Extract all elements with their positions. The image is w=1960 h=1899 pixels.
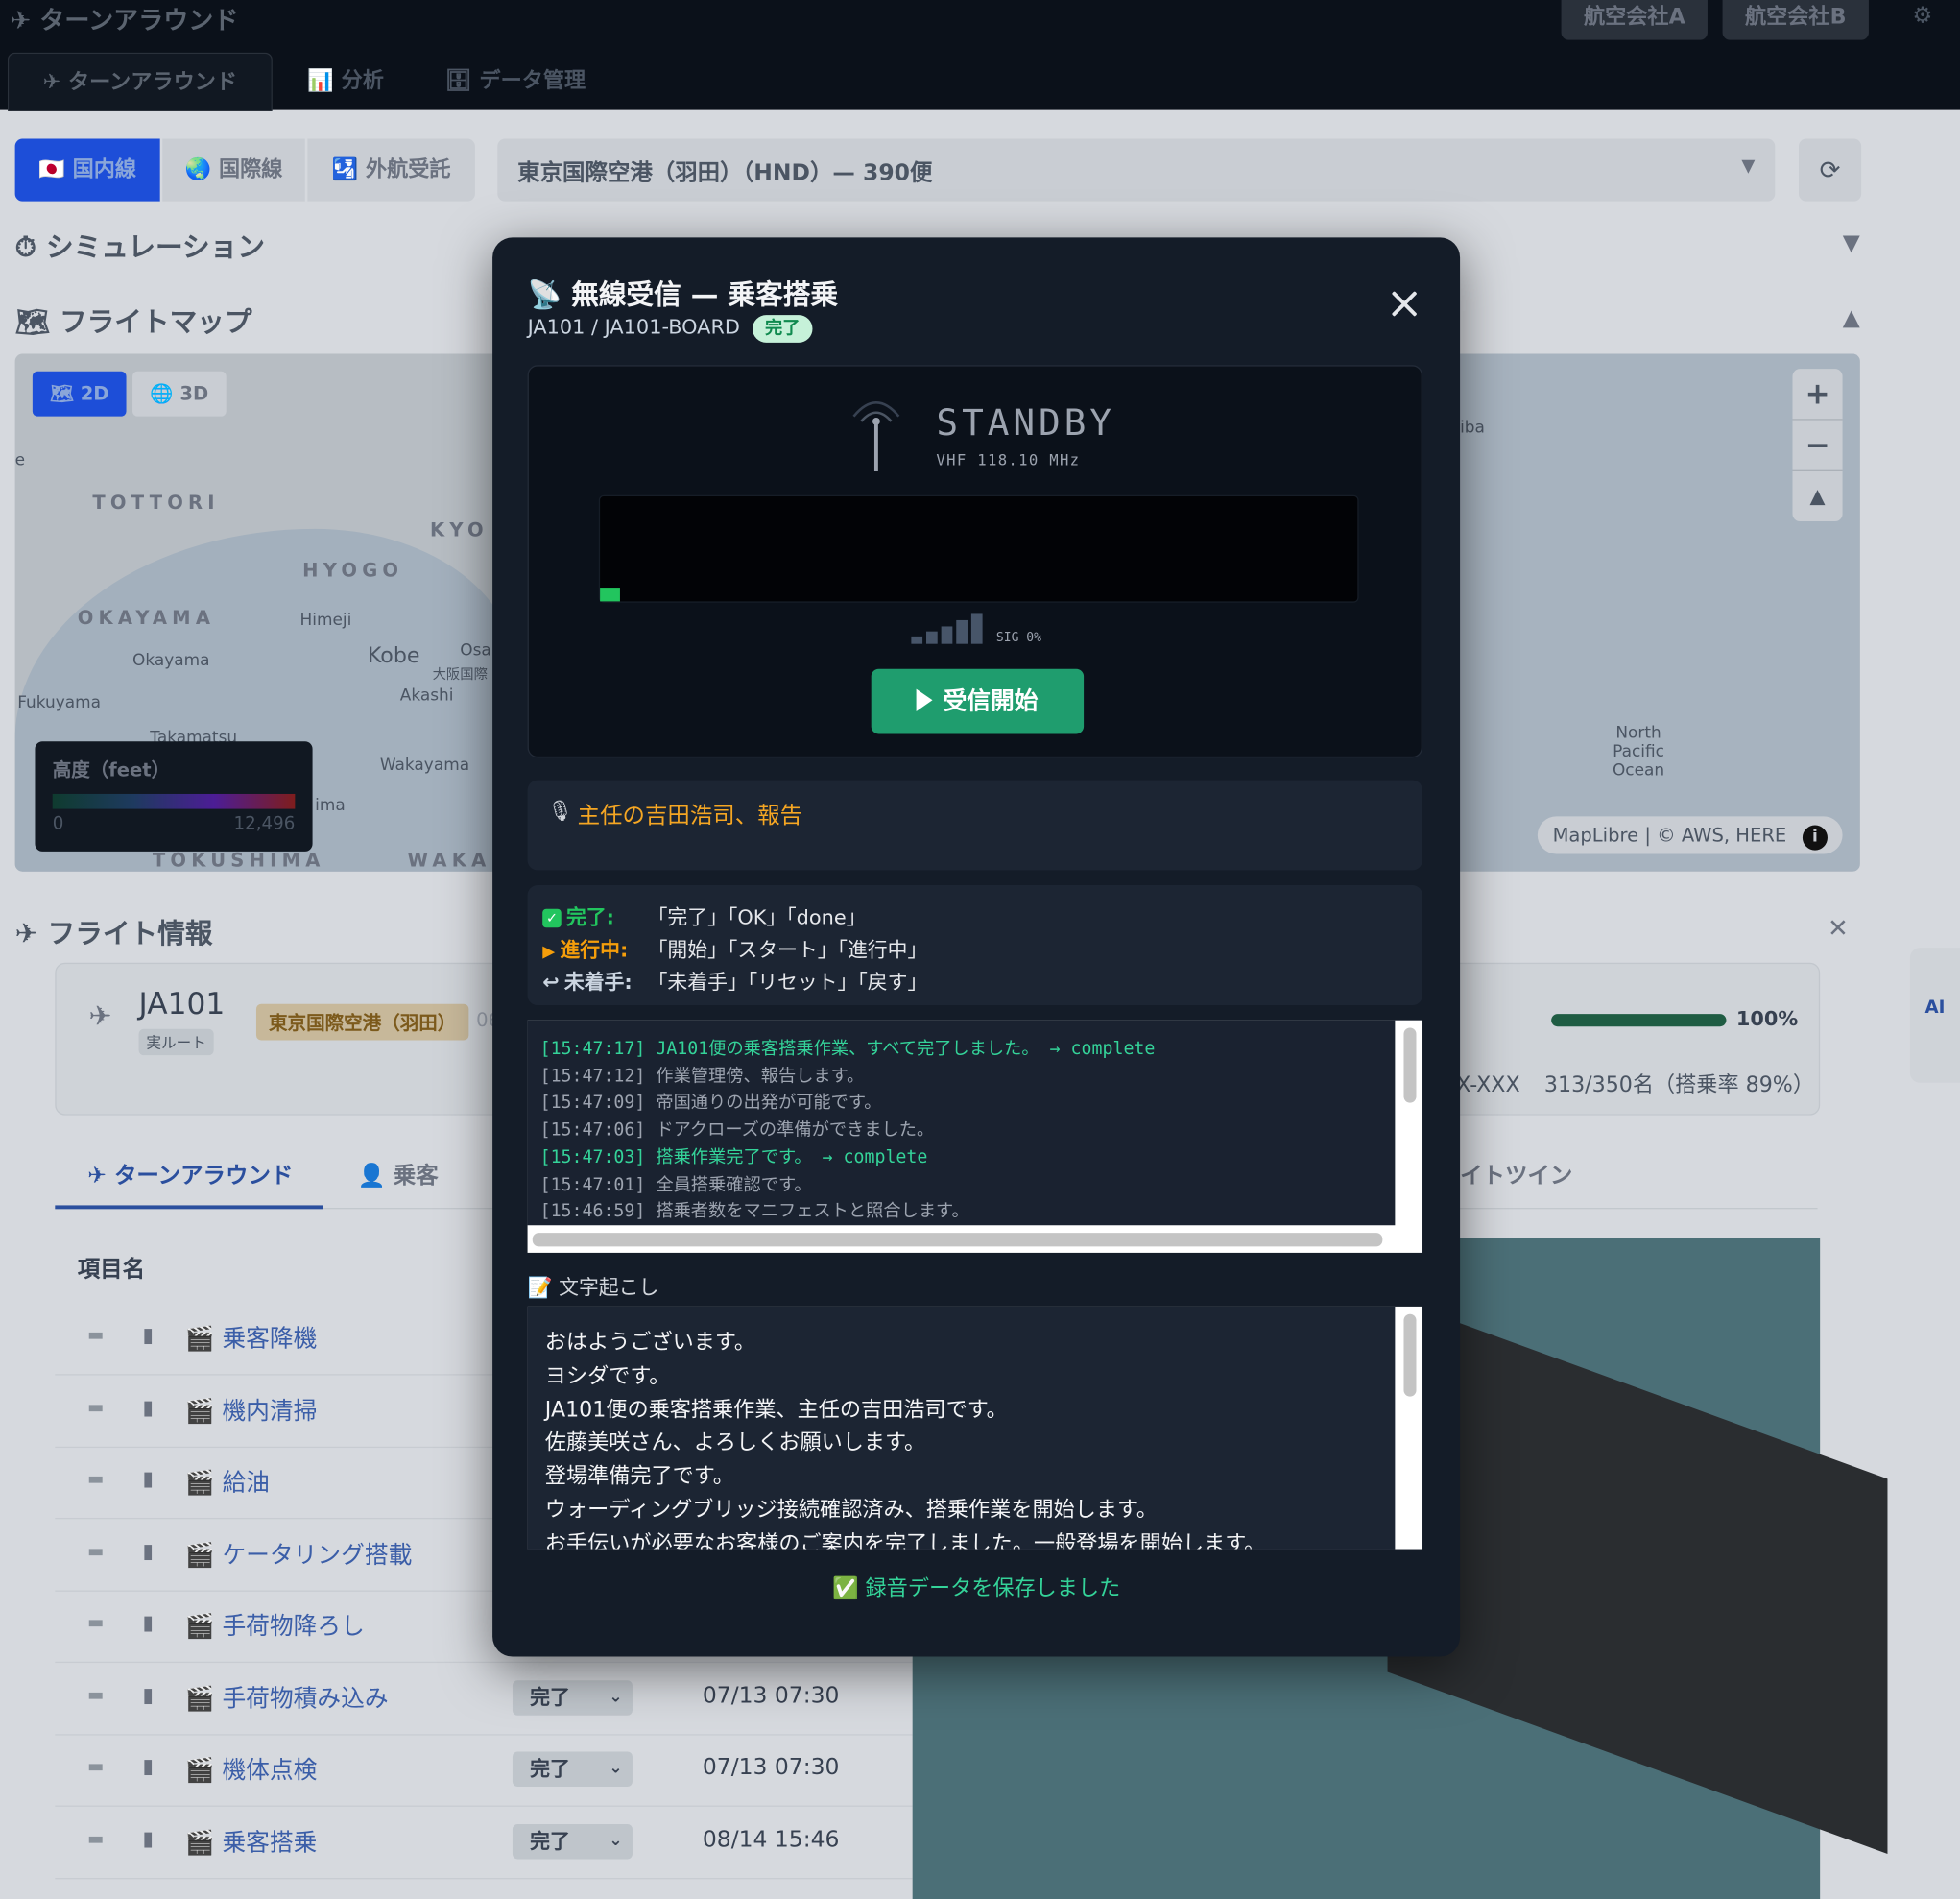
keyword-row-not-started: ↩ 未着手: 「未着手」「リセット」「戻す」 [542,965,927,995]
report-text: 主任の吉田浩司、報告 [577,803,803,829]
transcript-line: お手伝いが必要なお客様のご案内を完了しました。一般登場を開始します。 [544,1531,1266,1550]
signal-bar [956,619,968,644]
start-receive-button[interactable]: 受信開始 [871,668,1085,734]
transcript-scrollbar[interactable] [1403,1313,1417,1397]
log-line: [15:47:03] 搭乗作業完了です。 → complete [539,1147,928,1168]
keyword-label-text: 未着手: [563,970,633,995]
keyword-label: ▶ 進行中: [542,933,647,963]
keyword-label: ↩ 未着手: [542,965,647,995]
log-line: [15:46:59] 搭乗者数をマニフェストと照合します。 [539,1201,969,1222]
play-icon: ▶ [542,942,556,962]
status-badge: 完了 [752,315,813,343]
keyword-row-complete: ✓ 完了: 「完了」「OK」「done」 [542,901,867,930]
signal-bar [970,613,983,644]
transcript-content: おはようございます。 ヨシダです。 JA101便の乗客搭乗作業、主任の吉田浩司です。… [527,1306,1396,1550]
microphone-icon: 🎙 [547,799,573,823]
event-log-content: [15:47:17] JA101便の乗客搭乗作業、すべて完了しました。 → co… [527,1020,1396,1226]
radio-modal: 📡 無線受信 — 乗客搭乗 JA101 / JA101-BOARD 完了 STA… [492,237,1461,1657]
signal-bar [911,636,923,644]
modal-title: 📡 無線受信 — 乗客搭乗 [527,279,839,312]
log-line: [15:47:01] 全員搭乗確認です。 [539,1174,812,1195]
radio-status: STANDBY [936,401,1115,445]
play-icon [917,688,934,712]
signal-bars-icon [911,613,986,644]
transcript-line: JA101便の乗客搭乗作業、主任の吉田浩司です。 [544,1397,1008,1423]
keyword-row-in-progress: ▶ 進行中: 「開始」「スタート」「進行中」 [542,933,927,963]
keyword-legend: ✓ 完了: 「完了」「OK」「done」 ▶ 進行中: 「開始」「スタート」「進行中」 … [527,885,1423,1006]
transcript-line: 登場準備完了です。 [544,1464,734,1490]
transcript-line: ヨシダです。 [544,1363,671,1389]
saved-message: ✅ 録音データを保存しました [831,1576,1121,1602]
keyword-label-text: 完了: [565,904,614,929]
waveform-display [598,494,1359,603]
transcript-line: ウォーディングブリッジ接続確認済み、搭乗作業を開始します。 [544,1498,1159,1524]
keyword-label-text: 進行中: [560,937,629,962]
log-horizontal-scrollbar[interactable] [532,1233,1383,1247]
signal-bar [941,626,953,644]
start-receive-label: 受信開始 [943,687,1039,715]
log-line: [15:47:06] ドアクローズの準備ができました。 [539,1119,935,1141]
app-root: ✈ ターンアラウンド 航空会社A 航空会社B ⚙ ✈ ターンアラウンド 📊 分析… [0,0,1960,1899]
antenna-icon [852,401,900,471]
keyword-values: 「未着手」「リセット」「戻す」 [647,970,928,995]
event-log[interactable]: [15:47:17] JA101便の乗客搭乗作業、すべて完了しました。 → co… [527,1020,1423,1253]
radio-panel: STANDBY VHF 118.10 MHz SIG 0% 受信開始 [527,365,1423,758]
transcript-label: 📝 文字起こし [527,1275,659,1300]
transcript-line: 佐藤美咲さん、よろしくお願いします。 [544,1430,926,1456]
undo-icon: ↩ [542,970,560,995]
log-vertical-scrollbar[interactable] [1403,1027,1417,1103]
log-line: [15:47:09] 帝国通りの出発が可能です。 [539,1093,882,1114]
keyword-label: ✓ 完了: [542,901,647,930]
keyword-values: 「完了」「OK」「done」 [647,904,867,929]
radio-frequency: VHF 118.10 MHz [936,451,1081,469]
log-line: [15:47:12] 作業管理傍、報告します。 [539,1066,865,1087]
check-icon: ✓ [542,908,562,928]
transcript-line: おはようございます。 [544,1330,755,1356]
modal-subtitle: JA101 / JA101-BOARD [527,315,740,339]
audio-level-indicator [600,588,620,602]
signal-bar [926,631,938,644]
report-banner: 🎙 主任の吉田浩司、報告 [527,780,1423,871]
signal-strength-text: SIG 0% [995,631,1041,645]
keyword-values: 「開始」「スタート」「進行中」 [647,937,928,962]
close-icon[interactable] [1385,285,1422,323]
transcript-box[interactable]: おはようございます。 ヨシダです。 JA101便の乗客搭乗作業、主任の吉田浩司です。… [527,1306,1423,1550]
log-line: [15:47:17] JA101便の乗客搭乗作業、すべて完了しました。 → co… [539,1039,1156,1060]
